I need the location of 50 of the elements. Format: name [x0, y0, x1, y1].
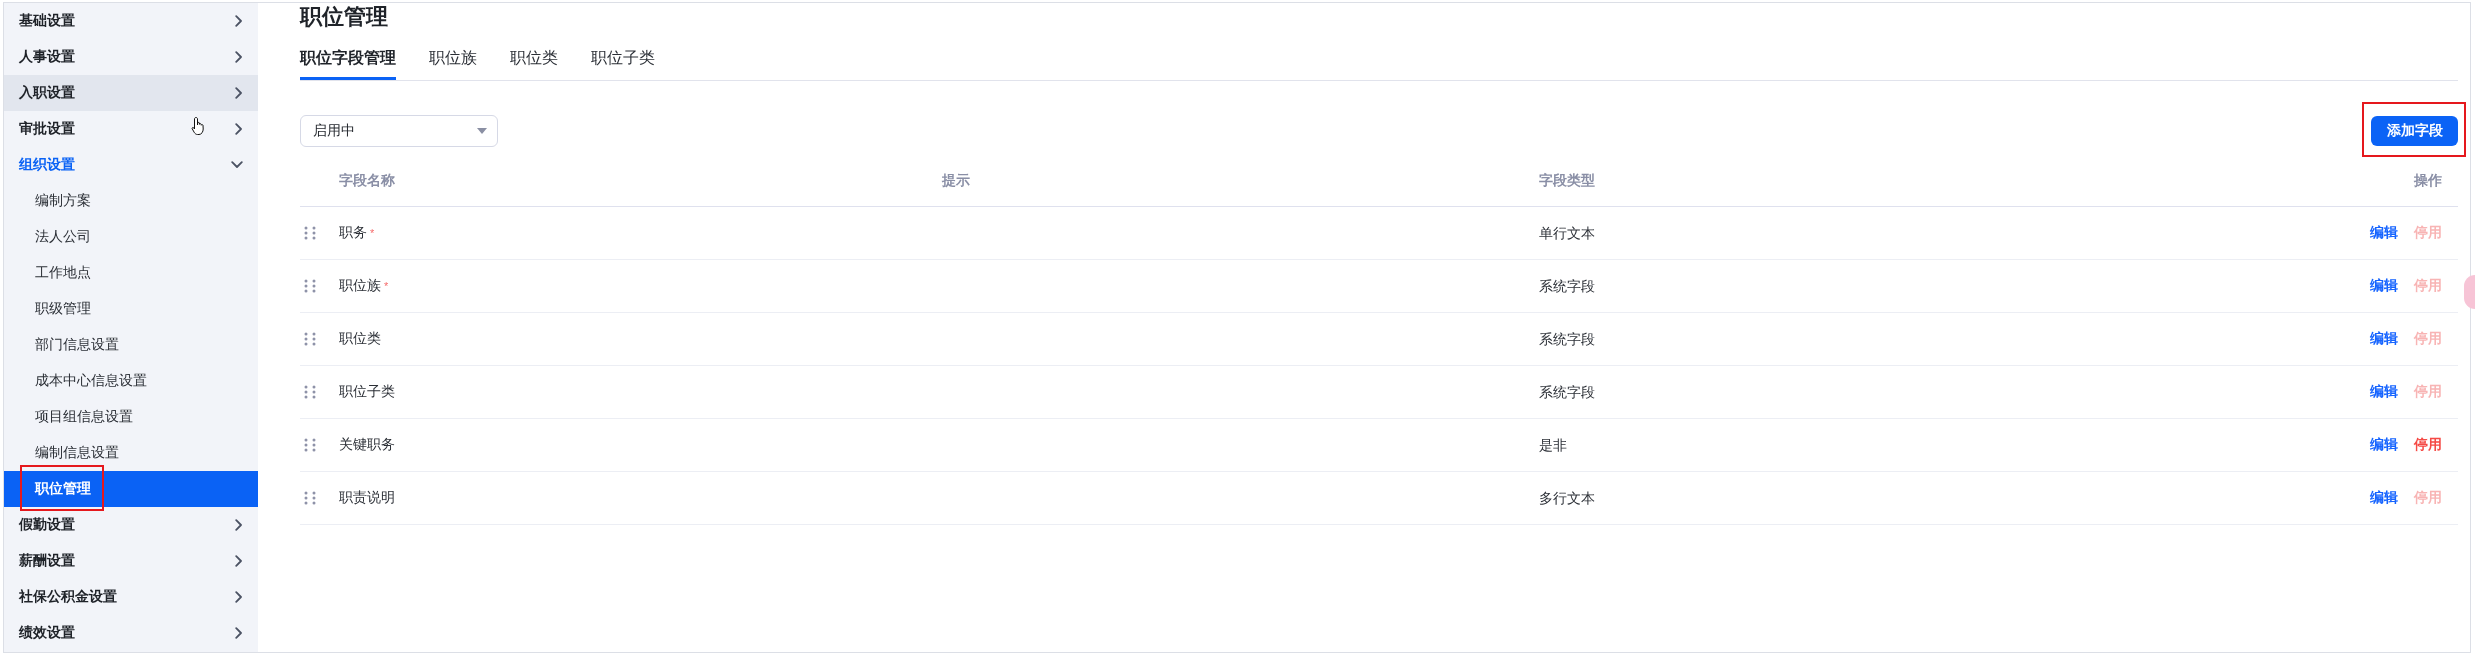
edit-link[interactable]: 编辑 [2370, 330, 2398, 348]
field-name: 关键职务 [339, 436, 395, 454]
edit-link[interactable]: 编辑 [2370, 489, 2398, 507]
caret-icon [477, 128, 487, 134]
field-type: 是非 [1539, 436, 1567, 453]
tab[interactable]: 职位子类 [591, 38, 655, 80]
edit-link[interactable]: 编辑 [2370, 224, 2398, 242]
tab[interactable]: 职位类 [510, 38, 558, 80]
field-type: 系统字段 [1539, 330, 1595, 347]
required-mark: * [370, 227, 375, 239]
tab[interactable]: 职位字段管理 [300, 38, 396, 80]
status-select[interactable]: 启用中 [300, 115, 498, 147]
drag-handle-icon[interactable] [304, 438, 316, 452]
sidebar-subitem[interactable]: 职级管理 [4, 291, 258, 327]
column-header: 字段类型 [1539, 171, 1596, 190]
sidebar-subitem[interactable]: 部门信息设置 [4, 327, 258, 363]
tab[interactable]: 职位族 [429, 38, 477, 80]
drag-handle-icon[interactable] [304, 332, 316, 346]
field-name: 职责说明 [339, 489, 395, 507]
field-type: 系统字段 [1539, 277, 1595, 294]
column-header: 提示 [942, 171, 971, 190]
drag-handle-icon[interactable] [304, 279, 316, 293]
field-type: 系统字段 [1539, 383, 1595, 400]
drag-handle-icon[interactable] [304, 226, 316, 240]
field-type: 单行文本 [1539, 224, 1595, 241]
deactivate-link[interactable]: 停用 [2414, 436, 2442, 454]
edit-link[interactable]: 编辑 [2370, 383, 2398, 401]
column-header: 字段名称 [339, 171, 396, 190]
sidebar-subitem[interactable]: 成本中心信息设置 [4, 363, 258, 399]
field-name: 职务 [339, 224, 367, 242]
page-title: 职位管理 [300, 3, 389, 31]
field-name: 职位族 [339, 277, 381, 295]
edit-link[interactable]: 编辑 [2370, 277, 2398, 295]
hand-cursor-icon [191, 116, 207, 136]
sidebar-subitem[interactable]: 编制信息设置 [4, 435, 258, 471]
sidebar-subitem[interactable]: 工作地点 [4, 255, 258, 291]
sidebar-subitem[interactable]: 职位管理 [4, 471, 258, 507]
edit-link[interactable]: 编辑 [2370, 436, 2398, 454]
field-type: 多行文本 [1539, 489, 1595, 506]
drag-handle-icon[interactable] [304, 491, 316, 505]
column-header: 操作 [2414, 171, 2443, 190]
sidebar-item[interactable]: 入职设置 [4, 75, 258, 111]
sidebar-subitem[interactable]: 编制方案 [4, 183, 258, 219]
required-mark: * [384, 280, 389, 292]
field-name: 职位类 [339, 330, 381, 348]
sidebar-subitem[interactable]: 项目组信息设置 [4, 399, 258, 435]
add-field-button[interactable]: 添加字段 [2371, 116, 2458, 146]
drag-handle-icon[interactable] [304, 385, 316, 399]
sidebar-subitem[interactable]: 法人公司 [4, 219, 258, 255]
field-name: 职位子类 [339, 383, 395, 401]
